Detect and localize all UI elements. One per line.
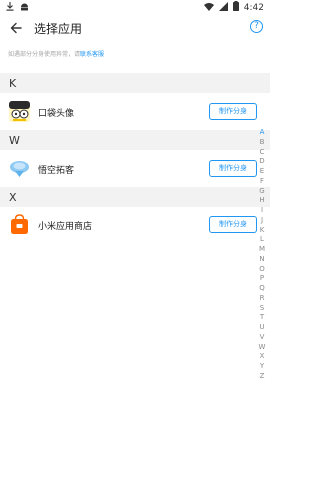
index-letter-u[interactable]: U (255, 323, 269, 333)
android-icon (20, 2, 29, 14)
alphabet-index-bar[interactable]: ABCDEFGHIJKLMNOPQRSTUVWXYZ (255, 128, 269, 382)
battery-icon (232, 1, 239, 14)
index-letter-j[interactable]: J (255, 216, 269, 226)
status-bar: 4:42 (0, 0, 270, 15)
index-letter-r[interactable]: R (255, 294, 269, 304)
app-row-mi-store[interactable]: 小米应用商店 制作分身 (0, 208, 257, 242)
index-letter-c[interactable]: C (255, 148, 269, 158)
notice-message: 如遇部分分身使用异常，请 (8, 51, 81, 58)
index-letter-h[interactable]: H (255, 196, 269, 206)
index-letter-z[interactable]: Z (255, 372, 269, 382)
back-button[interactable] (6, 18, 26, 38)
app-name: 小米应用商店 (38, 222, 93, 232)
index-letter-k[interactable]: K (255, 226, 269, 236)
index-letter-d[interactable]: D (255, 157, 269, 167)
section-letter: X (9, 190, 17, 204)
section-header-w: W (0, 130, 270, 150)
index-letter-s[interactable]: S (255, 304, 269, 314)
index-letter-e[interactable]: E (255, 167, 269, 177)
mi-store-app-icon (9, 214, 30, 235)
section-header-k: K (0, 73, 270, 93)
app-row-wukong[interactable]: 悟空拓客 制作分身 (0, 152, 257, 186)
index-letter-o[interactable]: O (255, 265, 269, 275)
index-letter-y[interactable]: Y (255, 362, 269, 372)
index-letter-p[interactable]: P (255, 274, 269, 284)
index-letter-i[interactable]: I (255, 206, 269, 216)
index-letter-n[interactable]: N (255, 255, 269, 265)
section-letter: W (9, 133, 20, 147)
help-icon: ? (254, 21, 259, 31)
navigation-bar (0, 450, 270, 480)
section-letter: K (9, 76, 17, 90)
notice-text: 如遇部分分身使用异常，请联系客服 (8, 49, 104, 58)
make-clone-button[interactable]: 制作分身 (209, 103, 257, 120)
status-time: 4:42 (243, 2, 264, 13)
wukong-app-icon (9, 158, 30, 179)
index-letter-g[interactable]: G (255, 187, 269, 197)
contact-support-link[interactable]: 联系客服 (80, 51, 104, 58)
page-title: 选择应用 (34, 22, 83, 36)
index-letter-q[interactable]: Q (255, 284, 269, 294)
make-clone-button[interactable]: 制作分身 (209, 160, 257, 177)
index-letter-x[interactable]: X (255, 352, 269, 362)
signal-icon (218, 1, 228, 14)
index-letter-v[interactable]: V (255, 333, 269, 343)
index-letter-m[interactable]: M (255, 245, 269, 255)
wifi-icon (203, 2, 214, 14)
index-letter-a[interactable]: A (255, 128, 269, 138)
help-button[interactable]: ? (250, 20, 263, 33)
download-icon (6, 1, 14, 14)
index-letter-b[interactable]: B (255, 138, 269, 148)
index-letter-w[interactable]: W (255, 343, 269, 353)
index-letter-l[interactable]: L (255, 235, 269, 245)
make-clone-button[interactable]: 制作分身 (209, 216, 257, 233)
app-bar: 选择应用 ? (0, 15, 270, 41)
index-letter-t[interactable]: T (255, 313, 269, 323)
index-letter-f[interactable]: F (255, 177, 269, 187)
app-name: 悟空拓客 (38, 166, 75, 176)
app-name: 口袋头像 (38, 109, 75, 119)
arrow-left-icon (10, 19, 22, 38)
section-header-x: X (0, 187, 270, 207)
koudai-app-icon (9, 101, 30, 122)
app-row-koudai[interactable]: 口袋头像 制作分身 (0, 95, 257, 129)
